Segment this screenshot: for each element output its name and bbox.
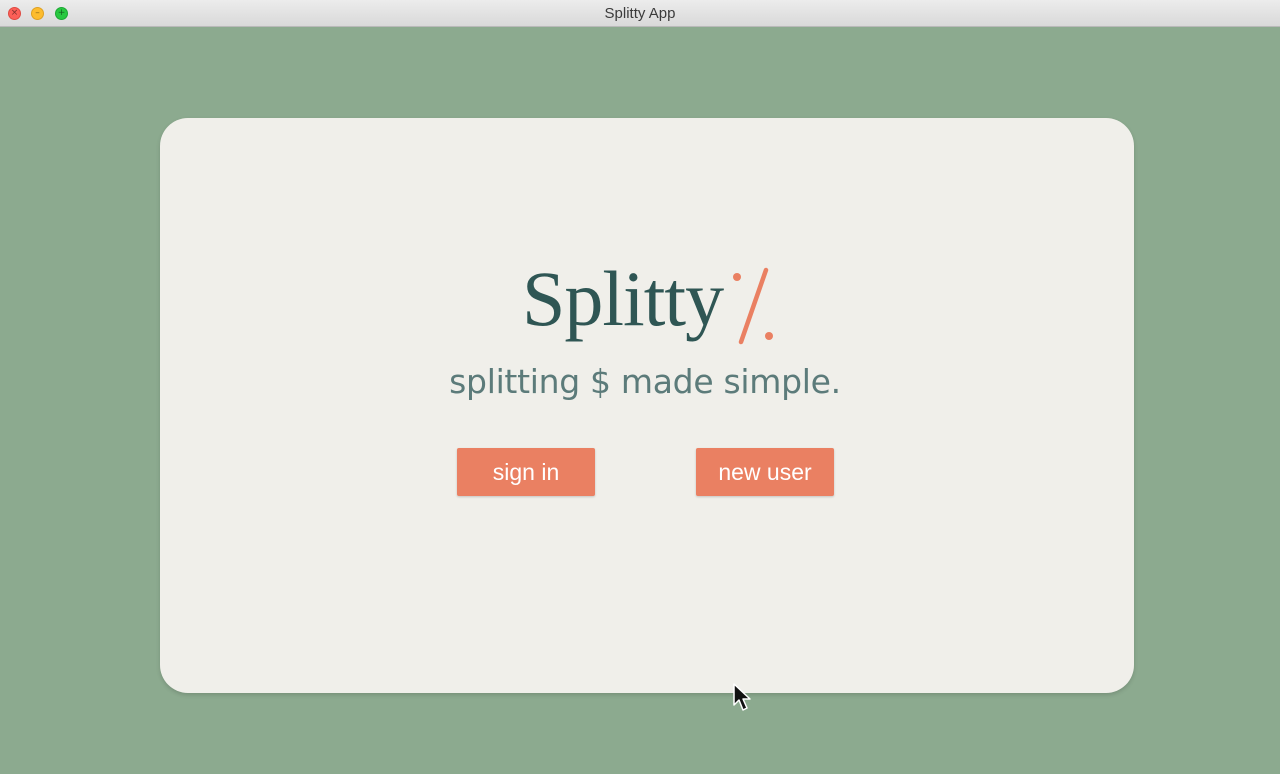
sign-in-button[interactable]: sign in [457, 448, 595, 496]
mouse-pointer-icon [733, 683, 751, 711]
app-window: × – + Splitty App Splitty splitting $ ma… [0, 0, 1280, 774]
title-bar[interactable]: × – + Splitty App [0, 0, 1280, 27]
window-title: Splitty App [604, 5, 676, 22]
brand-logo: Splitty [520, 258, 790, 358]
welcome-card [160, 118, 1134, 693]
percent-slash-icon [733, 267, 773, 345]
new-user-button[interactable]: new user [696, 448, 834, 496]
tagline: splitting $ made simple. [449, 362, 841, 401]
brand-name: Splitty [522, 255, 724, 342]
